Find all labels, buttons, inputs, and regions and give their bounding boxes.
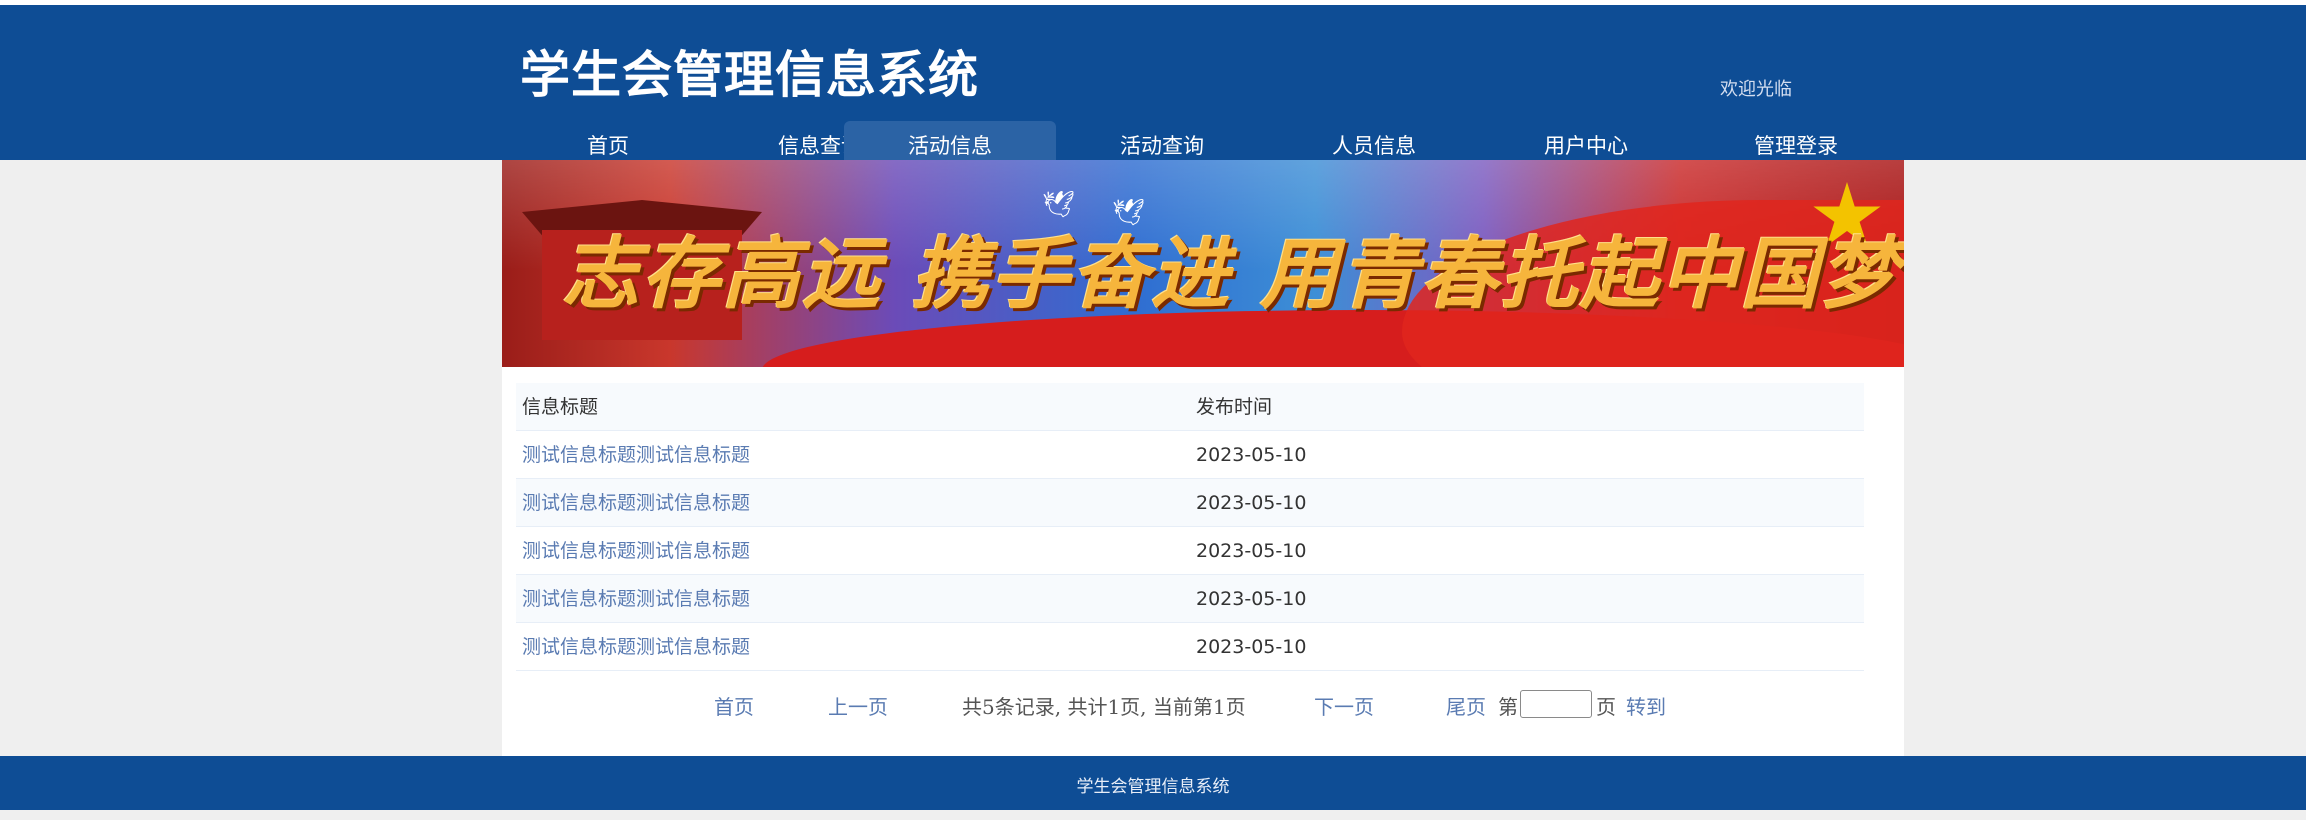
info-title-link[interactable]: 测试信息标题测试信息标题 [522, 623, 750, 671]
pager-last-link[interactable]: 尾页 [1446, 691, 1486, 720]
banner-slogan: 志存高远 携手奋进 用青春托起中国梦 [562, 229, 1901, 320]
table-row: 测试信息标题测试信息标题 2023-05-10 [516, 527, 1864, 575]
pager-page-suffix: 页 [1596, 695, 1616, 719]
table-row: 测试信息标题测试信息标题 2023-05-10 [516, 431, 1864, 479]
footer: 学生会管理信息系统 [0, 756, 2306, 810]
pager-goto-link[interactable]: 转到 [1626, 691, 1666, 720]
publish-date: 2023-05-10 [1196, 540, 1307, 562]
nav-item-admin-login[interactable]: 管理登录 [1690, 121, 1902, 165]
column-header-date: 发布时间 [1196, 396, 1273, 418]
nav-item-user-center[interactable]: 用户中心 [1480, 121, 1692, 165]
pager-first-link[interactable]: 首页 [714, 691, 754, 720]
info-table: 信息标题 发布时间 测试信息标题测试信息标题 2023-05-10 测试信息标题… [516, 383, 1864, 671]
info-title-link[interactable]: 测试信息标题测试信息标题 [522, 479, 750, 527]
table-header-row: 信息标题 发布时间 [516, 383, 1864, 431]
publish-date: 2023-05-10 [1196, 588, 1307, 610]
nav-item-activity-query[interactable]: 活动查询 [1056, 121, 1268, 165]
publish-date: 2023-05-10 [1196, 492, 1307, 514]
nav-item-home[interactable]: 首页 [502, 121, 714, 165]
table-row: 测试信息标题测试信息标题 2023-05-10 [516, 623, 1864, 671]
pagination: 首页 上一页 共5条记录, 共计1页, 当前第1页 下一页 尾页 第 页 转到 [502, 685, 1904, 725]
banner-image: 🕊 🕊 志存高远 携手奋进 用青春托起中国梦 [502, 160, 1904, 367]
welcome-text: 欢迎光临 [1720, 79, 1792, 100]
main-nav: 首页 信息查询 活动信息 活动查询 人员信息 用户中心 管理登录 [502, 121, 1902, 165]
info-title-link[interactable]: 测试信息标题测试信息标题 [522, 431, 750, 479]
page-number-input[interactable] [1520, 690, 1592, 718]
nav-item-activity-info[interactable]: 活动信息 [844, 121, 1056, 165]
pager-summary: 共5条记录, 共计1页, 当前第1页 [962, 695, 1246, 719]
info-title-link[interactable]: 测试信息标题测试信息标题 [522, 575, 750, 623]
table-row: 测试信息标题测试信息标题 2023-05-10 [516, 575, 1864, 623]
publish-date: 2023-05-10 [1196, 636, 1307, 658]
main-content: 信息标题 发布时间 测试信息标题测试信息标题 2023-05-10 测试信息标题… [502, 367, 1904, 756]
table-row: 测试信息标题测试信息标题 2023-05-10 [516, 479, 1864, 527]
header: 学生会管理信息系统 欢迎光临 首页 信息查询 活动信息 活动查询 人员信息 用户… [0, 5, 2306, 165]
pager-prev-link[interactable]: 上一页 [828, 691, 888, 720]
footer-text: 学生会管理信息系统 [1076, 777, 1230, 797]
bottom-strip [0, 810, 2306, 820]
site-title: 学生会管理信息系统 [520, 46, 979, 104]
pager-page-prefix: 第 [1498, 695, 1518, 719]
publish-date: 2023-05-10 [1196, 444, 1307, 466]
column-header-title: 信息标题 [522, 396, 599, 418]
pager-next-link[interactable]: 下一页 [1314, 691, 1374, 720]
info-title-link[interactable]: 测试信息标题测试信息标题 [522, 527, 750, 575]
nav-item-personnel-info[interactable]: 人员信息 [1268, 121, 1480, 165]
